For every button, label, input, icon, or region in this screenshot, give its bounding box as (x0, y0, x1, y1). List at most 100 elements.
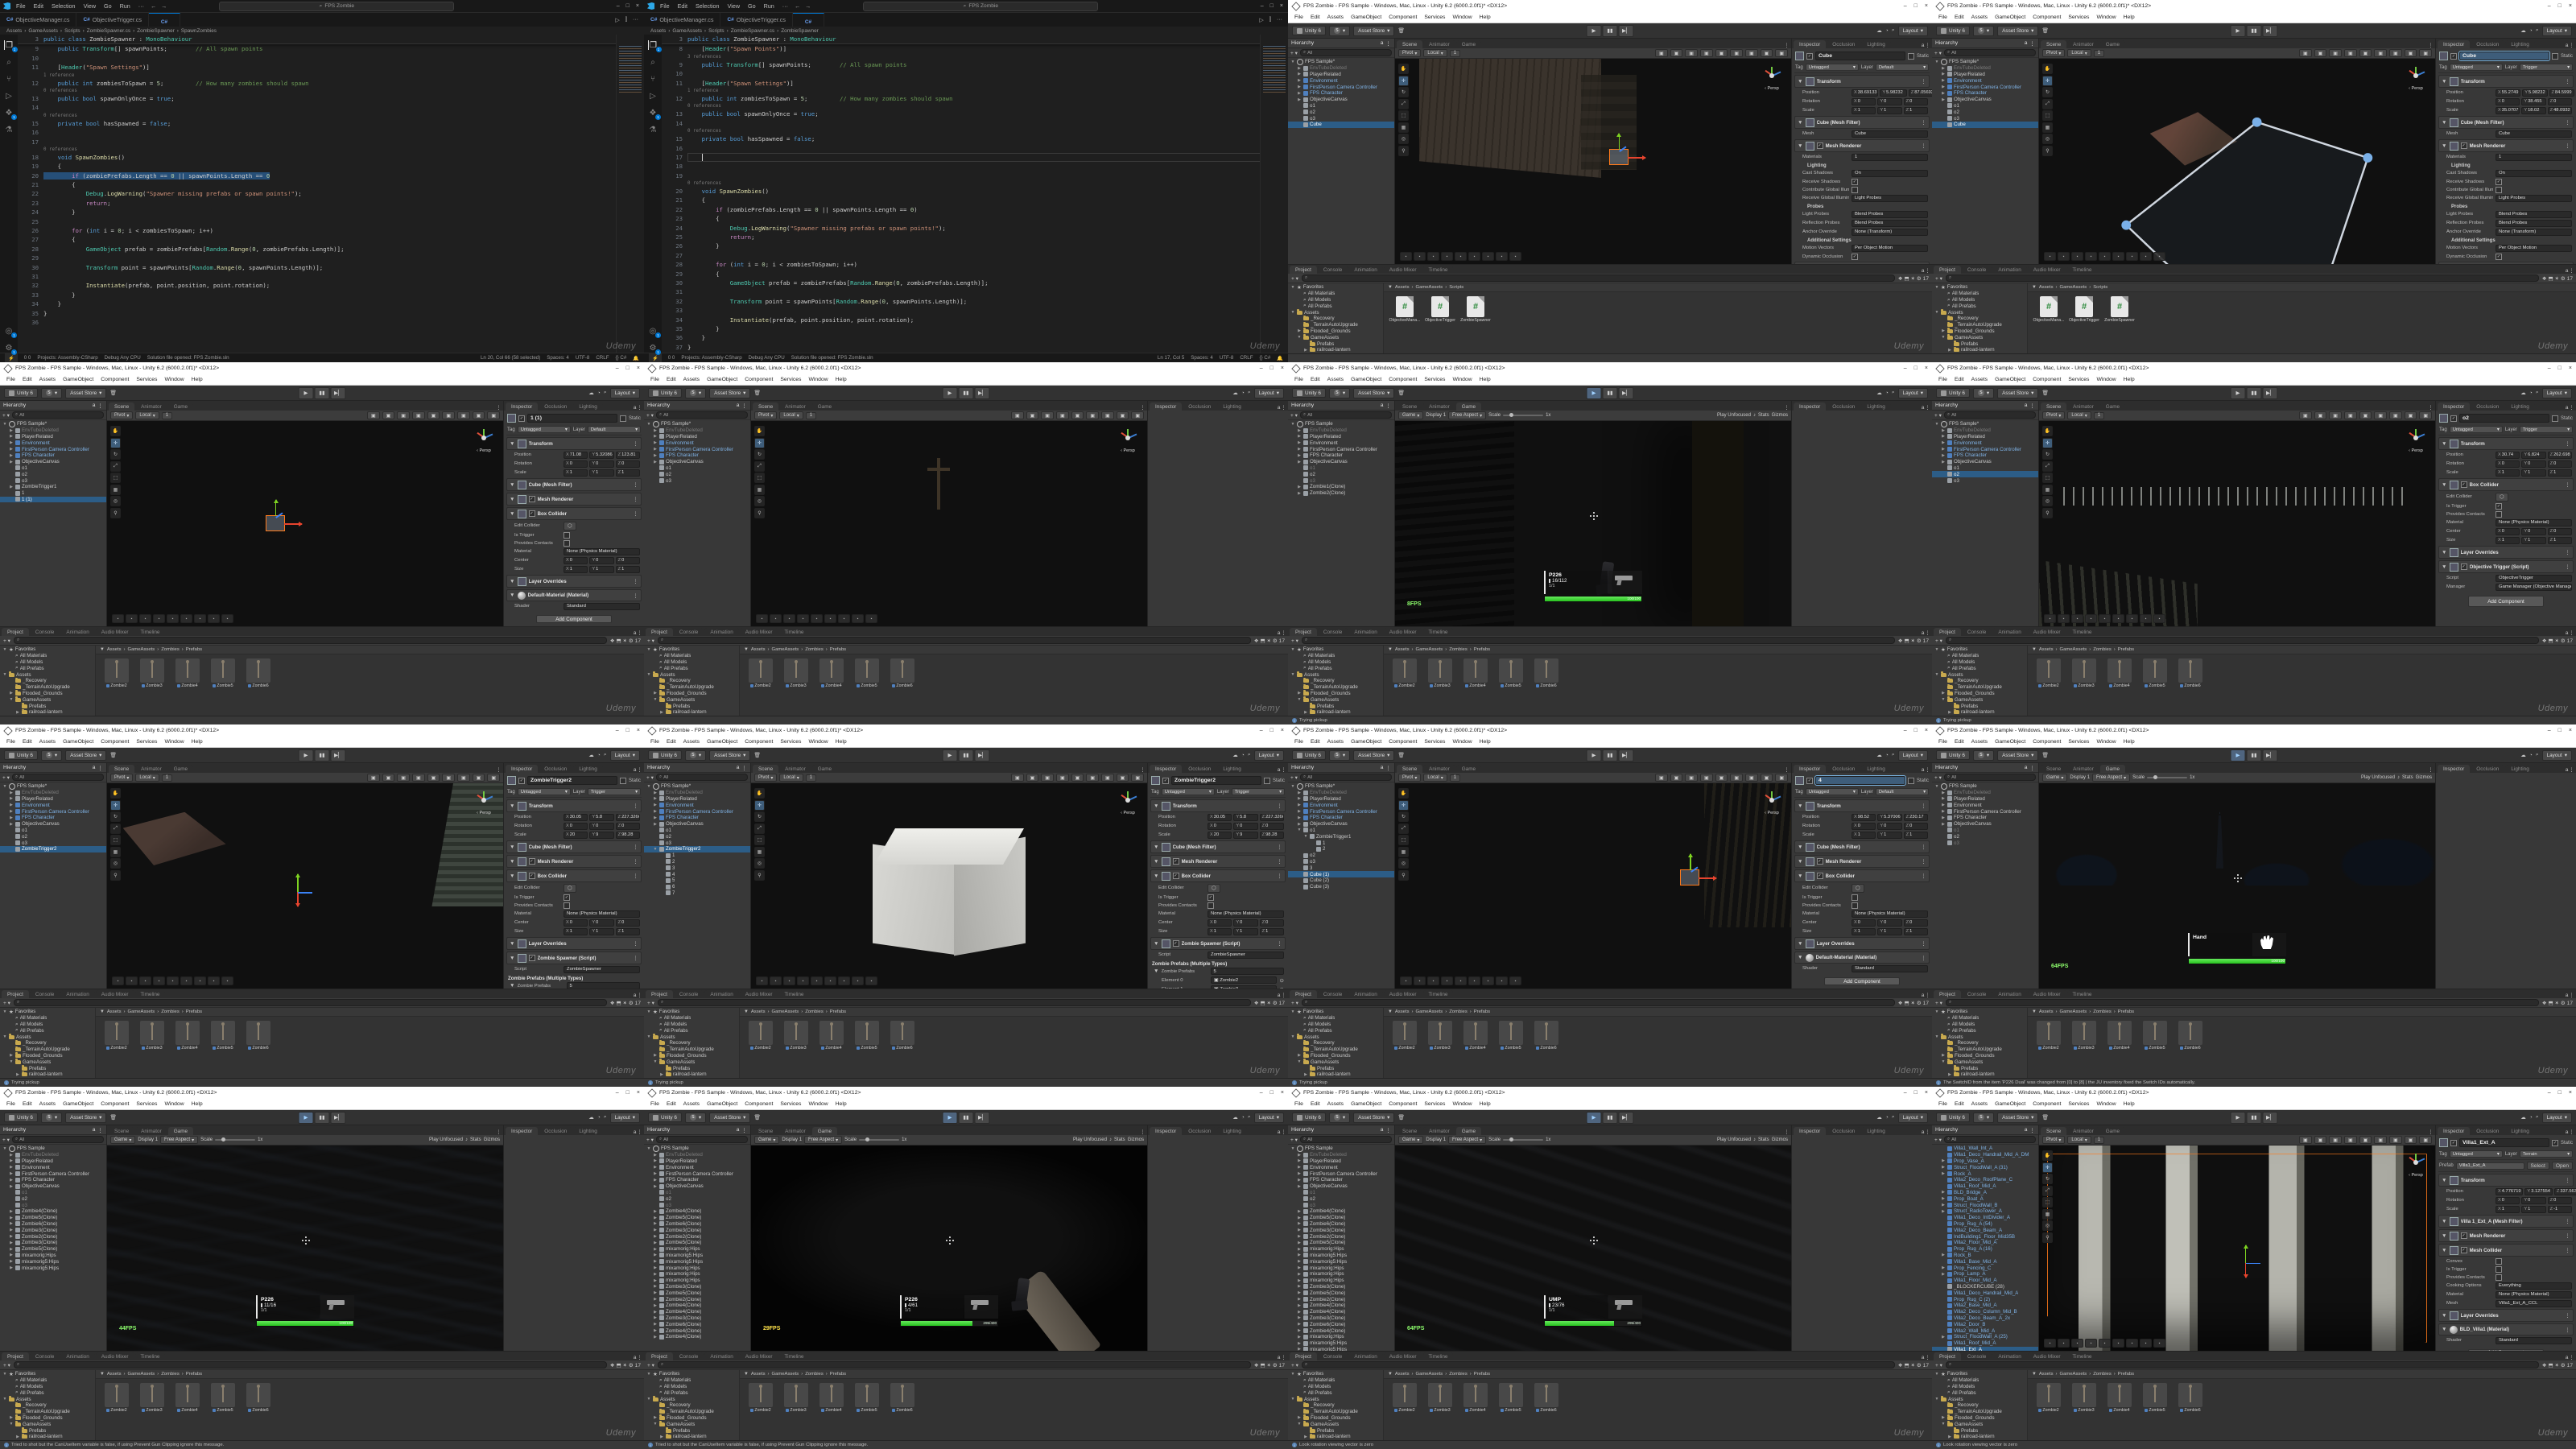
project-tree-item[interactable]: _Recovery (644, 1040, 739, 1046)
layer-dropdown[interactable]: Default▾ (1876, 64, 1929, 71)
notifications-icon[interactable]: ◔ (1885, 390, 1889, 396)
hierarchy-item[interactable]: ▶Zombie4(Clone) (0, 1208, 106, 1215)
tool-icon-3[interactable]: ⤢ (2042, 1186, 2053, 1196)
status-left-item[interactable]: Debug Any CPU (749, 355, 785, 361)
breadcrumb-item[interactable]: Assets (2039, 285, 2054, 290)
tab-console[interactable]: Console (1318, 628, 1348, 636)
hierarchy-item[interactable]: ▶EnvTubeDeleted (644, 427, 750, 434)
footer-icon[interactable]: ▪ (1414, 252, 1426, 261)
grid-size-field[interactable]: 1 (806, 412, 816, 419)
hierarchy-item[interactable]: ▶mixamorig5:Hips (0, 1258, 106, 1265)
tab-inspector[interactable]: Inspector (2438, 1127, 2470, 1135)
footer-icon[interactable]: ▪ (2153, 614, 2165, 623)
menu-item-assets[interactable]: Assets (1968, 376, 1991, 383)
menu-item-gameobject[interactable]: GameObject (1992, 1100, 2029, 1108)
preset-icon[interactable]: ⋮ (2565, 119, 2570, 126)
tab-timeline[interactable]: Timeline (779, 1352, 810, 1360)
project-tree-item[interactable]: ▼Assets (1932, 671, 2027, 678)
view-option-icon[interactable]: ▣ (1071, 411, 1084, 419)
cloud-icon[interactable]: ☁ (2520, 27, 2526, 34)
asset-item[interactable]: Zombie2 (102, 658, 131, 712)
layer-dropdown[interactable]: Default▾ (1876, 788, 1929, 795)
nav-forward-icon[interactable]: → (805, 2, 811, 10)
expand-arrow-icon[interactable]: ▶ (9, 485, 14, 489)
status-right-item[interactable]: {} C# (616, 355, 627, 361)
menu-item-help[interactable]: Help (1476, 1100, 1494, 1108)
hierarchy-item[interactable]: ▶FPS Character (1288, 90, 1394, 97)
project-tree-item[interactable]: ⌕All Materials (0, 1377, 95, 1384)
account-icon[interactable]: ◎1 (4, 326, 14, 336)
tool-icon-2[interactable]: ↻ (754, 449, 765, 460)
pause-button[interactable]: ▮▮ (1603, 749, 1618, 762)
expand-arrow-icon[interactable]: ▼ (1290, 784, 1295, 789)
expand-arrow-icon[interactable]: ▶ (1297, 328, 1302, 333)
hierarchy-item[interactable]: ▶mixamorig:Hips (0, 1253, 106, 1259)
hierarchy-item[interactable]: ▶Environment (644, 802, 750, 808)
selected-cube-gizmo[interactable] (1609, 149, 1629, 165)
tab-audio-mixer[interactable]: Audio Mixer (1384, 1352, 1422, 1360)
menu-dots-icon[interactable]: ⋮ (1925, 630, 1930, 636)
tab-audio-mixer[interactable]: Audio Mixer (740, 1352, 778, 1360)
menu-dots-icon[interactable]: ⋮ (741, 402, 747, 409)
hierarchy-item[interactable]: ▶Zombie4(Clone) (644, 1302, 750, 1309)
tab-occlusion[interactable]: Occlusion (539, 402, 572, 411)
tool-icon-3[interactable]: ⤢ (110, 824, 121, 834)
component-header[interactable]: ▼✓Mesh Renderer⋮ (2438, 1229, 2574, 1242)
expand-arrow-icon[interactable]: ▶ (1297, 1347, 1302, 1351)
expand-arrow-icon[interactable]: ▶ (659, 1435, 664, 1439)
tool-icon-2[interactable]: ↻ (754, 811, 765, 822)
project-tree-item[interactable]: ⌕All Models (1932, 297, 2027, 303)
component-header[interactable]: ▼✓Zombie Spawner (Script)⋮ (506, 952, 642, 964)
hierarchy-item[interactable]: o1 (0, 828, 106, 834)
lock-icon[interactable]: a (1922, 268, 1925, 274)
preset-icon[interactable]: ⋮ (2565, 1232, 2570, 1239)
aspect-dropdown[interactable]: Free Aspect▾ (804, 1136, 842, 1144)
lock-icon[interactable]: a (1278, 993, 1281, 998)
breadcrumb-item[interactable]: Zombies (161, 1372, 180, 1377)
view-option-icon[interactable]: ▣ (397, 411, 410, 419)
expand-arrow-icon[interactable]: ▶ (1941, 1272, 1946, 1277)
asset-item[interactable]: Zombie2 (2034, 1021, 2063, 1074)
footer-icon[interactable]: ▪ (194, 976, 206, 985)
project-tree-item[interactable]: Prefabs (644, 1427, 739, 1434)
asset-item[interactable]: Zombie4 (173, 658, 202, 712)
hierarchy-search-input[interactable]: ⌕All (1944, 774, 2036, 781)
hierarchy-item[interactable]: ▶mixamorig:Hips (1288, 1271, 1394, 1278)
hierarchy-item[interactable]: ▼FPS Sample (1288, 1146, 1394, 1152)
menu-item-services[interactable]: Services (2065, 738, 2092, 745)
expand-arrow-icon[interactable]: ▶ (1297, 1228, 1302, 1232)
search-icon[interactable]: ⌕ (1248, 752, 1251, 758)
add-button[interactable]: + ▾ (646, 412, 654, 419)
component-header[interactable]: ▼Transform⋮ (1794, 799, 1930, 812)
expand-arrow-icon[interactable]: ▼ (646, 422, 651, 427)
tab-animator[interactable]: Animator (135, 765, 167, 773)
code-line[interactable]: 11 [Header("Spawn Settings")] (662, 79, 1288, 88)
breadcrumb-item[interactable]: Zombies (1449, 1009, 1468, 1014)
tab-animator[interactable]: Animator (135, 402, 167, 411)
hierarchy-item[interactable]: ▶FPS Character (1288, 815, 1394, 821)
tab-animator[interactable]: Animator (1423, 1127, 1455, 1135)
hierarchy-item[interactable]: ▶FirstPerson Camera Controller (1288, 446, 1394, 452)
component-enabled-checkbox[interactable]: ✓ (529, 873, 535, 879)
hierarchy-item[interactable]: ▶Zombie3(Clone) (644, 1315, 750, 1322)
view-option-icon[interactable]: ▣ (2405, 411, 2417, 419)
expand-arrow-icon[interactable]: ▶ (1303, 1072, 1308, 1077)
hierarchy-item[interactable]: ▶Struct_RadioTower_A (1932, 1208, 2038, 1215)
expand-arrow-icon[interactable]: ▶ (1297, 453, 1302, 458)
hierarchy-item[interactable]: ▶ObjectiveCanvas (0, 459, 106, 465)
expand-arrow-icon[interactable]: ▶ (9, 1053, 14, 1058)
expand-arrow-icon[interactable]: ▼ (1290, 647, 1295, 652)
play-button[interactable]: ▶ (943, 387, 958, 399)
axis-field-z[interactable]: Z1 (1904, 928, 1928, 935)
code-line[interactable]: 12 public int zombiesToSpawn = 5; // How… (18, 79, 644, 88)
menu-dots-icon[interactable]: ⋮ (2569, 766, 2574, 773)
axis-field-z[interactable]: Z1 (616, 566, 640, 573)
expand-arrow-icon[interactable]: ▶ (9, 453, 14, 458)
expand-arrow-icon[interactable]: ▶ (9, 1178, 14, 1183)
active-checkbox[interactable]: ✓ (1162, 778, 1169, 784)
component-header[interactable]: ▼Transform⋮ (506, 799, 642, 812)
status-message[interactable]: The SwitchID from the item 'P226 Dual' w… (1943, 1080, 2195, 1085)
breadcrumb-item[interactable]: GameAssets (772, 1372, 799, 1377)
project-search-input[interactable]: ⌕ (1946, 1361, 2539, 1368)
view-option-icon[interactable]: ▣ (1775, 774, 1788, 782)
